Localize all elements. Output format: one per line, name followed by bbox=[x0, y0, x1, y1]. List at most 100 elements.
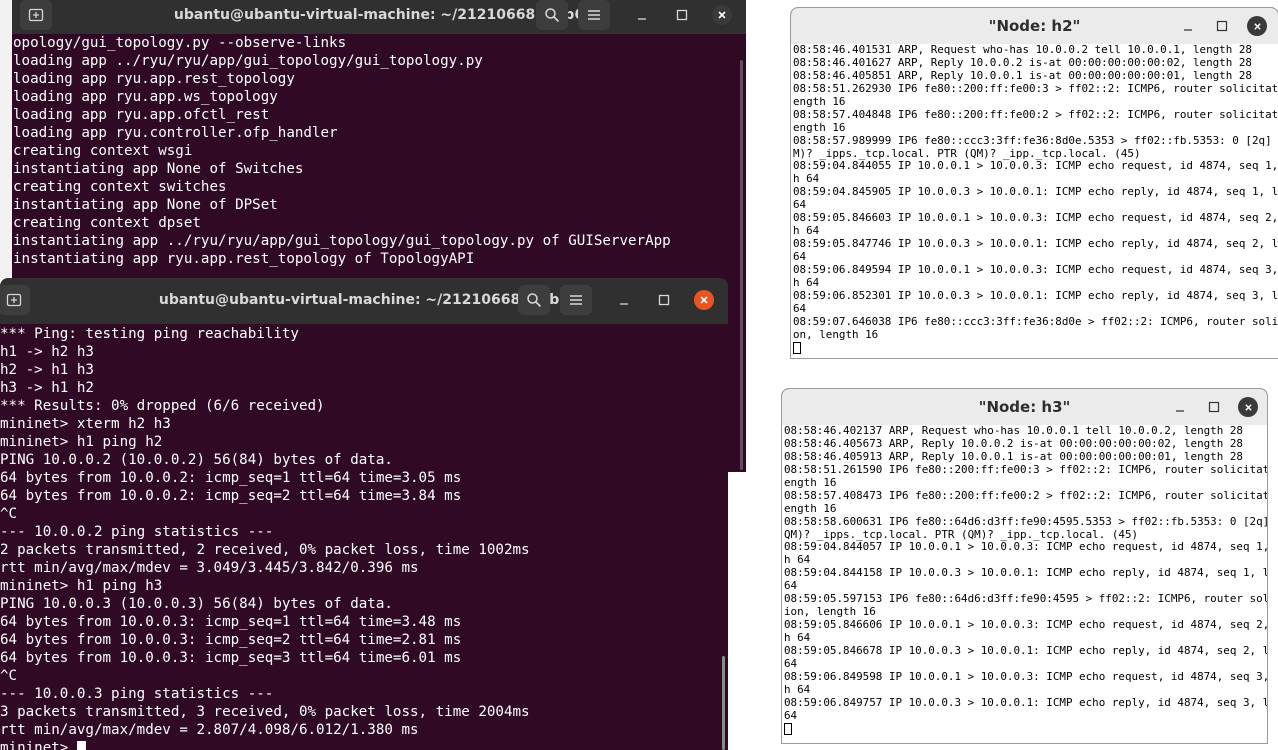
close-button[interactable] bbox=[1238, 397, 1258, 417]
terminal-line: 64 bbox=[793, 301, 807, 315]
xterm-history: 08:58:46.401531 ARP, Request who-has 10.… bbox=[793, 44, 1278, 342]
search-button[interactable] bbox=[518, 285, 550, 315]
maximize-button[interactable] bbox=[1204, 397, 1224, 417]
terminal-line: h2 -> h1 h3 bbox=[0, 362, 94, 378]
xterm-output[interactable]: 08:58:46.402137 ARP, Request who-has 10.… bbox=[782, 425, 1267, 743]
terminal-line: 08:59:07.646038 IP6 fe80::ccc3:3ff:fe36:… bbox=[793, 314, 1278, 328]
maximize-icon bbox=[1216, 20, 1228, 32]
xterm-output[interactable]: 08:58:46.401531 ARP, Request who-has 10.… bbox=[791, 44, 1278, 358]
terminal-window-mininet[interactable]: ubantu@ubantu-virtual-machine: ~/2121066… bbox=[0, 278, 728, 750]
terminal-line: 08:58:46.401531 ARP, Request who-has 10.… bbox=[793, 44, 1252, 56]
terminal-line: 2 packets transmitted, 2 received, 0% pa… bbox=[0, 542, 530, 558]
terminal-line: loading app ryu.app.ofctl_rest bbox=[13, 107, 270, 123]
terminal-line: 08:59:05.847746 IP 10.0.0.3 > 10.0.0.1: … bbox=[793, 237, 1278, 251]
terminal-line: 08:58:46.405851 ARP, Reply 10.0.0.1 is-a… bbox=[793, 68, 1252, 82]
scrollbar[interactable] bbox=[722, 656, 725, 750]
text-cursor bbox=[793, 341, 801, 354]
terminal-line: 08:59:05.846603 IP 10.0.0.1 > 10.0.0.3: … bbox=[793, 211, 1278, 225]
terminal-line: 08:58:57.404848 IP6 fe80::200:ff:fe00:2 … bbox=[793, 107, 1278, 121]
terminal-prompt-line[interactable]: mininet> bbox=[0, 739, 728, 750]
xterm-window-h3[interactable]: "Node: h3" 08:58:46.402137 ARP, Request … bbox=[781, 388, 1268, 744]
terminal-header-bar: ubantu@ubantu-virtual-machine: ~/2121066… bbox=[0, 278, 728, 324]
scrollbar[interactable] bbox=[740, 60, 743, 470]
terminal-line: 08:59:04.844055 IP 10.0.0.1 > 10.0.0.3: … bbox=[793, 159, 1278, 173]
terminal-line: 08:59:05.846678 IP 10.0.0.3 > 10.0.0.1: … bbox=[784, 643, 1267, 657]
text-cursor bbox=[784, 722, 792, 735]
terminal-line: 64 bytes from 10.0.0.2: icmp_seq=1 ttl=6… bbox=[0, 470, 462, 486]
xterm-prompt-line[interactable] bbox=[784, 722, 1267, 736]
menu-button[interactable] bbox=[578, 0, 610, 30]
terminal-line: 08:58:46.402137 ARP, Request who-has 10.… bbox=[784, 425, 1243, 437]
xterm-window-h2[interactable]: "Node: h2" 08:58:46.401531 ARP, Request … bbox=[790, 7, 1278, 359]
terminal-history: *** Ping: testing ping reachability h1 ->… bbox=[0, 325, 728, 739]
close-button[interactable] bbox=[694, 290, 714, 310]
hamburger-menu-icon bbox=[570, 295, 582, 305]
terminal-line: 08:58:57.408473 IP6 fe80::200:ff:fe00:2 … bbox=[784, 488, 1267, 502]
terminal-line: h 64 bbox=[784, 631, 811, 644]
terminal-line: PING 10.0.0.3 (10.0.0.3) 56(84) bytes of… bbox=[0, 596, 393, 612]
terminal-line: 08:59:06.849598 IP 10.0.0.1 > 10.0.0.3: … bbox=[784, 669, 1267, 683]
hamburger-menu-icon bbox=[588, 10, 600, 20]
terminal-line: rtt min/avg/max/mdev = 3.049/3.445/3.842… bbox=[0, 560, 419, 576]
terminal-line: ength 16 bbox=[784, 475, 837, 489]
prompt-text: mininet> bbox=[0, 740, 77, 750]
minimize-icon bbox=[638, 18, 646, 20]
terminal-line: ength 16 bbox=[793, 94, 846, 108]
terminal-line: 08:59:06.852301 IP 10.0.0.3 > 10.0.0.1: … bbox=[793, 288, 1278, 302]
terminal-line: 08:59:04.844057 IP 10.0.0.1 > 10.0.0.3: … bbox=[784, 540, 1267, 554]
terminal-line: 08:58:57.989999 IP6 fe80::ccc3:3ff:fe36:… bbox=[793, 133, 1278, 147]
terminal-line: 64 bytes from 10.0.0.3: icmp_seq=3 ttl=6… bbox=[0, 650, 462, 666]
maximize-button[interactable] bbox=[1212, 16, 1232, 36]
terminal-output[interactable]: *** Ping: testing ping reachability h1 ->… bbox=[0, 324, 728, 750]
terminal-line: 08:58:46.405913 ARP, Reply 10.0.0.1 is-a… bbox=[784, 449, 1243, 463]
terminal-line: 08:58:58.600631 IP6 fe80::64d6:d3ff:fe90… bbox=[784, 514, 1267, 528]
search-icon bbox=[527, 293, 542, 308]
terminal-line: 08:58:51.261590 IP6 fe80::200:ff:fe00:3 … bbox=[784, 462, 1267, 476]
terminal-line: creating context wsgi bbox=[13, 143, 193, 159]
terminal-line: 08:58:46.405673 ARP, Reply 10.0.0.2 is-a… bbox=[784, 436, 1243, 450]
maximize-button[interactable] bbox=[654, 290, 674, 310]
terminal-line: loading app ryu.app.rest_topology bbox=[13, 71, 295, 87]
terminal-line: loading app ../ryu/ryu/app/gui_topology/… bbox=[13, 53, 483, 69]
terminal-line: *** Ping: testing ping reachability bbox=[0, 326, 299, 342]
search-icon bbox=[545, 8, 560, 23]
terminal-line: loading app ryu.app.ws_topology bbox=[13, 89, 278, 105]
minimize-button[interactable] bbox=[1178, 16, 1198, 36]
minimize-button[interactable] bbox=[632, 5, 652, 25]
terminal-line: 3 packets transmitted, 3 received, 0% pa… bbox=[0, 704, 530, 720]
minimize-button[interactable] bbox=[1170, 397, 1190, 417]
search-button[interactable] bbox=[536, 0, 568, 30]
close-icon bbox=[718, 11, 726, 19]
close-button[interactable] bbox=[1247, 16, 1267, 36]
xterm-header-bar: "Node: h2" bbox=[791, 8, 1278, 44]
maximize-icon bbox=[1208, 401, 1220, 413]
terminal-line: creating context dpset bbox=[13, 215, 201, 231]
terminal-line: h1 -> h2 h3 bbox=[0, 344, 94, 360]
terminal-header-bar: ubantu@ubantu-virtual-machine: ~/2121066… bbox=[12, 0, 746, 34]
terminal-line: 64 bbox=[784, 656, 798, 670]
terminal-line: h 64 bbox=[793, 275, 820, 289]
terminal-line: --- 10.0.0.2 ping statistics --- bbox=[0, 524, 274, 540]
terminal-line: 64 bbox=[793, 250, 807, 263]
terminal-line: h3 -> h1 h2 bbox=[0, 380, 94, 396]
terminal-line: 08:59:06.849594 IP 10.0.0.1 > 10.0.0.3: … bbox=[793, 262, 1278, 276]
maximize-button[interactable] bbox=[672, 5, 692, 25]
terminal-line: ength 16 bbox=[793, 120, 846, 134]
terminal-line: instantiating app None of Switches bbox=[13, 161, 304, 177]
menu-button[interactable] bbox=[560, 285, 592, 315]
terminal-line: instantiating app ../ryu/ryu/app/gui_top… bbox=[13, 233, 671, 249]
terminal-line: 64 bytes from 10.0.0.3: icmp_seq=1 ttl=6… bbox=[0, 614, 462, 630]
terminal-line: 64 bbox=[784, 708, 798, 722]
close-button[interactable] bbox=[712, 5, 732, 25]
minimize-button[interactable] bbox=[614, 290, 634, 310]
terminal-line: 08:59:05.846606 IP 10.0.0.1 > 10.0.0.3: … bbox=[784, 618, 1267, 632]
minimize-icon bbox=[1184, 29, 1192, 31]
terminal-line: --- 10.0.0.3 ping statistics --- bbox=[0, 686, 274, 702]
terminal-line: 08:59:06.849757 IP 10.0.0.3 > 10.0.0.1: … bbox=[784, 695, 1267, 709]
terminal-line: instantiating app None of DPSet bbox=[13, 197, 278, 213]
terminal-line: 64 bytes from 10.0.0.3: icmp_seq=2 ttl=6… bbox=[0, 632, 462, 648]
window-title: "Node: h2" bbox=[988, 17, 1081, 35]
xterm-history: 08:58:46.402137 ARP, Request who-has 10.… bbox=[784, 425, 1267, 723]
xterm-prompt-line[interactable] bbox=[793, 341, 1278, 355]
terminal-line: h 64 bbox=[784, 682, 811, 696]
